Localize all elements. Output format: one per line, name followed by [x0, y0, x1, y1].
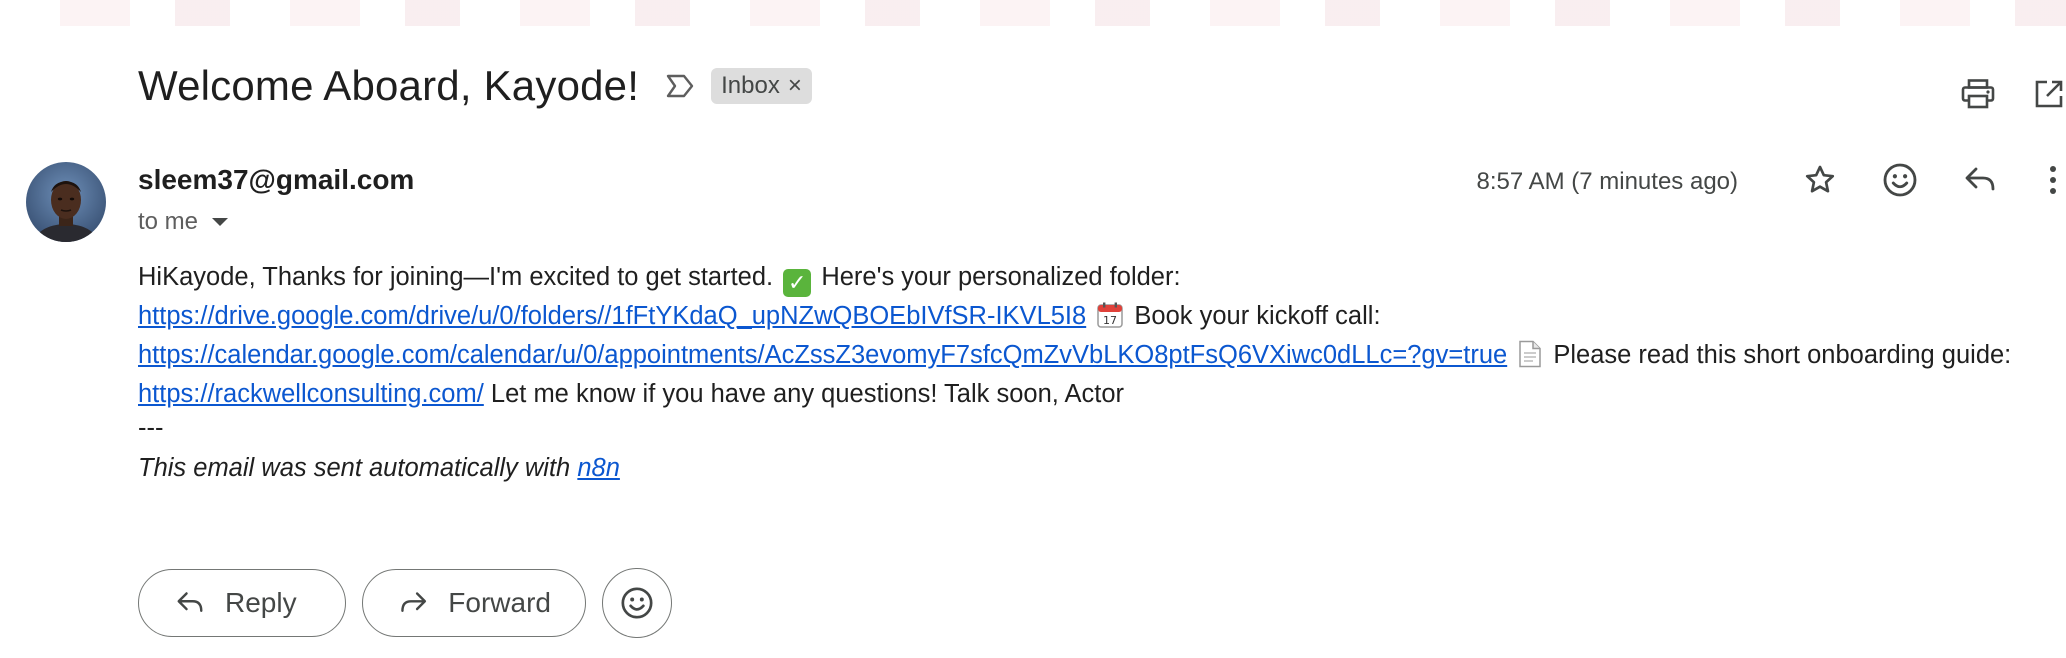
emoji-reaction-icon [621, 587, 653, 619]
closing-text: Let me know if you have any questions! T… [490, 380, 1125, 408]
star-icon[interactable] [1800, 160, 1840, 200]
onboarding-guide-link[interactable]: https://rackwellconsulting.com/ [138, 380, 484, 408]
remove-label-icon[interactable]: × [788, 72, 802, 100]
forward-button-label: Forward [448, 587, 551, 618]
sender-email[interactable]: sleem37@gmail.com [138, 164, 414, 196]
reply-icon[interactable] [1960, 160, 2000, 200]
reply-forward-bar: Reply Forward [138, 568, 672, 638]
emoji-reaction-icon[interactable] [1880, 160, 1920, 200]
chevron-down-icon[interactable] [212, 218, 229, 226]
thread-actions [1958, 74, 2066, 114]
sender-avatar[interactable] [26, 162, 106, 242]
greeting-text: HiKayode, Thanks for joining—I'm excited… [138, 263, 774, 291]
reply-icon [177, 592, 203, 613]
message-actions [1800, 160, 2066, 200]
document-emoji-icon [1518, 340, 1542, 368]
forward-button[interactable]: Forward [362, 569, 586, 637]
signature: This email was sent automatically with n… [138, 454, 620, 483]
n8n-link[interactable]: n8n [577, 454, 620, 482]
drive-folder-link[interactable]: https://drive.google.com/drive/u/0/folde… [138, 302, 1086, 330]
calendar-appointment-link[interactable]: https://calendar.google.com/calendar/u/0… [138, 341, 1507, 369]
message-body: HiKayode, Thanks for joining—I'm excited… [138, 258, 2038, 414]
open-in-new-window-icon[interactable] [2032, 74, 2066, 114]
email-subject: Welcome Aboard, Kayode! [138, 62, 640, 109]
subject-row: Welcome Aboard, Kayode! Inbox × [138, 62, 812, 110]
signature-text: This email was sent automatically with [138, 454, 571, 482]
forward-icon [401, 592, 427, 612]
label-chip-text: Inbox [721, 72, 780, 99]
call-text: Book your kickoff call: [1134, 302, 1381, 330]
signature-separator: --- [138, 414, 164, 442]
guide-text: Please read this short onboarding guide: [1553, 341, 2012, 369]
reply-button[interactable]: Reply [138, 569, 346, 637]
reply-button-label: Reply [225, 587, 297, 618]
check-mark-emoji-icon: ✓ [783, 269, 812, 297]
emoji-reaction-button[interactable] [602, 568, 672, 638]
header-decoration-strip [0, 0, 2066, 26]
recipient-details-toggle[interactable]: to me [138, 208, 229, 236]
inbox-label-chip[interactable]: Inbox × [711, 68, 812, 104]
calendar-emoji-icon: 17 [1096, 301, 1124, 329]
calendar-emoji-day: 17 [1103, 314, 1117, 327]
importance-marker-icon[interactable] [663, 69, 697, 103]
message-timestamp: 8:57 AM (7 minutes ago) [1476, 168, 1738, 195]
more-vert-icon[interactable] [2040, 160, 2066, 200]
recipient-text: to me [138, 208, 199, 235]
folder-text: Here's your personalized folder: [821, 263, 1181, 291]
print-icon[interactable] [1958, 74, 1998, 114]
